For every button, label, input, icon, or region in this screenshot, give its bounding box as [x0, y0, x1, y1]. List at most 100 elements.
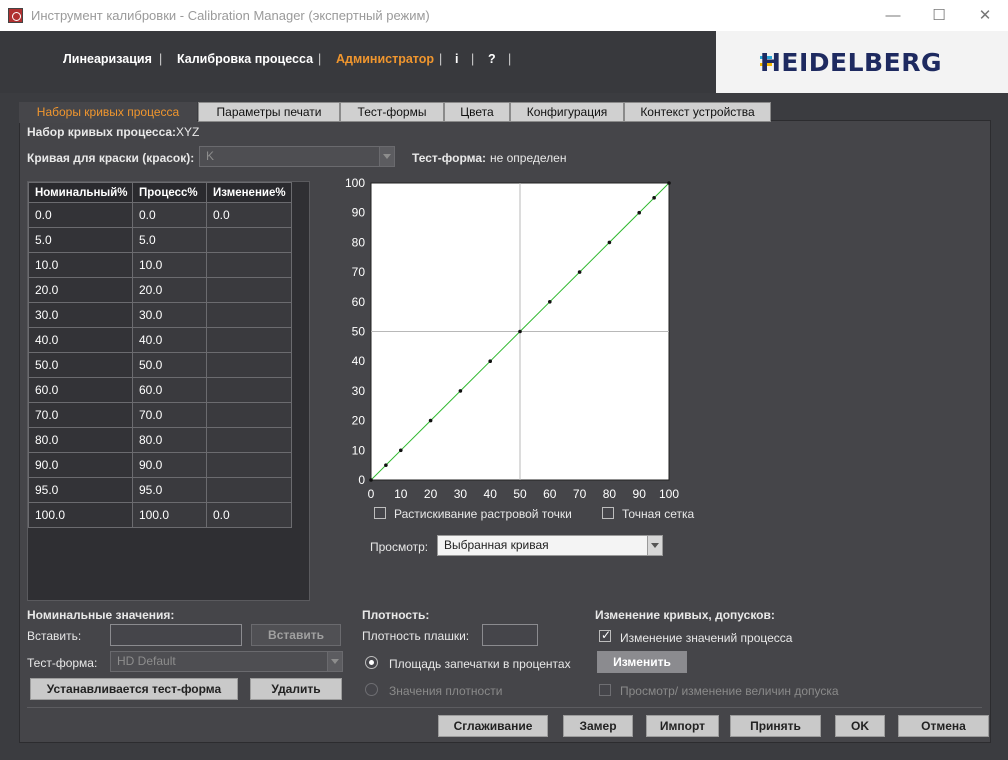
- table-row[interactable]: 40.0 40.0: [28, 327, 292, 353]
- table-row[interactable]: 20.0 20.0: [28, 277, 292, 303]
- area-coverage-radio[interactable]: [365, 656, 378, 669]
- table-row[interactable]: 5.0 5.0: [28, 227, 292, 253]
- table-cell[interactable]: 5.0: [132, 227, 207, 253]
- table-cell[interactable]: 20.0: [28, 277, 133, 303]
- table-cell[interactable]: [206, 277, 292, 303]
- fine-grid-checkbox[interactable]: [602, 507, 614, 519]
- measure-button[interactable]: Замер: [563, 715, 633, 737]
- menu-info[interactable]: i: [455, 52, 458, 66]
- table-cell[interactable]: 90.0: [28, 452, 133, 478]
- table-cell[interactable]: 40.0: [132, 327, 207, 353]
- table-cell[interactable]: 90.0: [132, 452, 207, 478]
- table-cell[interactable]: 0.0: [206, 202, 292, 228]
- change-process-values-checkbox[interactable]: [599, 628, 611, 642]
- table-cell[interactable]: 40.0: [28, 327, 133, 353]
- data-point: [518, 329, 522, 334]
- app-icon: [8, 8, 23, 23]
- table-cell[interactable]: [206, 327, 292, 353]
- table-cell[interactable]: 20.0: [132, 277, 207, 303]
- table-cell[interactable]: [206, 427, 292, 453]
- table-cell[interactable]: 95.0: [28, 477, 133, 503]
- close-button[interactable]: ✕: [962, 0, 1008, 31]
- view-select[interactable]: Выбранная кривая: [437, 535, 663, 556]
- table-cell[interactable]: 100.0: [132, 502, 207, 528]
- column-header-nominal[interactable]: Номинальный%: [28, 182, 133, 203]
- table-row[interactable]: 70.0 70.0: [28, 402, 292, 428]
- y-tick-label: 10: [352, 443, 366, 457]
- density-values-radio[interactable]: [365, 683, 378, 696]
- table-cell[interactable]: [206, 477, 292, 503]
- column-header-process[interactable]: Процесс%: [132, 182, 207, 203]
- table-row[interactable]: 0.0 0.0 0.0: [28, 202, 292, 228]
- smoothing-button[interactable]: Сглаживание: [438, 715, 548, 737]
- table-cell[interactable]: 30.0: [28, 302, 133, 328]
- tolerance-checkbox[interactable]: [599, 684, 611, 696]
- tab-configuration[interactable]: Конфигурация: [510, 102, 624, 122]
- table-cell[interactable]: 80.0: [28, 427, 133, 453]
- table-row[interactable]: 95.0 95.0: [28, 477, 292, 503]
- delete-button[interactable]: Удалить: [250, 678, 342, 700]
- table-cell[interactable]: 0.0: [206, 502, 292, 528]
- insert-input[interactable]: [110, 624, 242, 646]
- menu-administrator[interactable]: Администратор: [336, 52, 434, 66]
- nominal-test-form-select[interactable]: HD Default: [110, 651, 343, 672]
- table-row[interactable]: 90.0 90.0: [28, 452, 292, 478]
- table-cell[interactable]: [206, 377, 292, 403]
- ink-curve-value: K: [206, 149, 215, 163]
- table-row[interactable]: 60.0 60.0: [28, 377, 292, 403]
- table-cell[interactable]: [206, 227, 292, 253]
- table-cell[interactable]: 95.0: [132, 477, 207, 503]
- insert-button[interactable]: Вставить: [251, 624, 341, 646]
- x-tick-label: 60: [543, 487, 557, 501]
- menu-linearization[interactable]: Линеаризация: [63, 52, 152, 66]
- tab-test-forms[interactable]: Тест-формы: [340, 102, 444, 122]
- minimize-button[interactable]: —: [870, 0, 916, 31]
- tab-process-curve-sets[interactable]: Наборы кривых процесса: [19, 102, 197, 123]
- data-point: [637, 210, 641, 215]
- menu-help[interactable]: ?: [488, 52, 496, 66]
- table-cell[interactable]: 70.0: [132, 402, 207, 428]
- table-cell[interactable]: 60.0: [28, 377, 133, 403]
- table-row[interactable]: 80.0 80.0: [28, 427, 292, 453]
- table-cell[interactable]: [206, 302, 292, 328]
- table-cell[interactable]: 50.0: [28, 352, 133, 378]
- table-cell[interactable]: 50.0: [132, 352, 207, 378]
- accept-button[interactable]: Принять: [730, 715, 821, 737]
- solid-density-input[interactable]: [482, 624, 538, 646]
- set-test-form-button[interactable]: Устанавливается тест-форма: [30, 678, 238, 700]
- table-cell[interactable]: [206, 402, 292, 428]
- table-cell[interactable]: 60.0: [132, 377, 207, 403]
- table-cell[interactable]: 70.0: [28, 402, 133, 428]
- table-cell[interactable]: 5.0: [28, 227, 133, 253]
- table-row[interactable]: 100.0 100.0 0.0: [28, 502, 292, 528]
- table-cell[interactable]: 30.0: [132, 302, 207, 328]
- table-cell[interactable]: [206, 452, 292, 478]
- import-button[interactable]: Импорт: [646, 715, 719, 737]
- tolerance-label: Просмотр/ изменение величин допуска: [620, 684, 839, 698]
- change-button[interactable]: Изменить: [597, 651, 687, 673]
- table-cell[interactable]: [206, 252, 292, 278]
- table-row[interactable]: 10.0 10.0: [28, 252, 292, 278]
- tab-colors[interactable]: Цвета: [444, 102, 510, 122]
- tab-device-context[interactable]: Контекст устройства: [624, 102, 771, 122]
- table-cell[interactable]: 10.0: [132, 252, 207, 278]
- column-header-change[interactable]: Изменение%: [206, 182, 292, 203]
- maximize-button[interactable]: ☐: [916, 0, 962, 31]
- tab-print-parameters[interactable]: Параметры печати: [198, 102, 340, 122]
- ink-curve-select[interactable]: K: [199, 146, 395, 167]
- cancel-button[interactable]: Отмена: [898, 715, 989, 737]
- table-cell[interactable]: [206, 352, 292, 378]
- table-row[interactable]: 30.0 30.0: [28, 302, 292, 328]
- table-cell[interactable]: 10.0: [28, 252, 133, 278]
- curve-chart[interactable]: 0 10 20 30 40 50 60 70 80 90 100 0 10 20 30 40 50 60 70 80 9…: [340, 176, 685, 508]
- table-cell[interactable]: 0.0: [28, 202, 133, 228]
- table-row[interactable]: 50.0 50.0: [28, 352, 292, 378]
- table-cell[interactable]: 100.0: [28, 502, 133, 528]
- table-cell[interactable]: 0.0: [132, 202, 207, 228]
- table-cell[interactable]: 80.0: [132, 427, 207, 453]
- dot-gain-checkbox[interactable]: [374, 507, 386, 519]
- menu-process-calibration[interactable]: Калибровка процесса: [177, 52, 313, 66]
- curve-values-table[interactable]: Номинальный% Процесс% Изменение% 0.0 0.0 0…: [27, 181, 310, 601]
- ok-button[interactable]: OK: [835, 715, 885, 737]
- y-tick-label: 70: [352, 265, 366, 279]
